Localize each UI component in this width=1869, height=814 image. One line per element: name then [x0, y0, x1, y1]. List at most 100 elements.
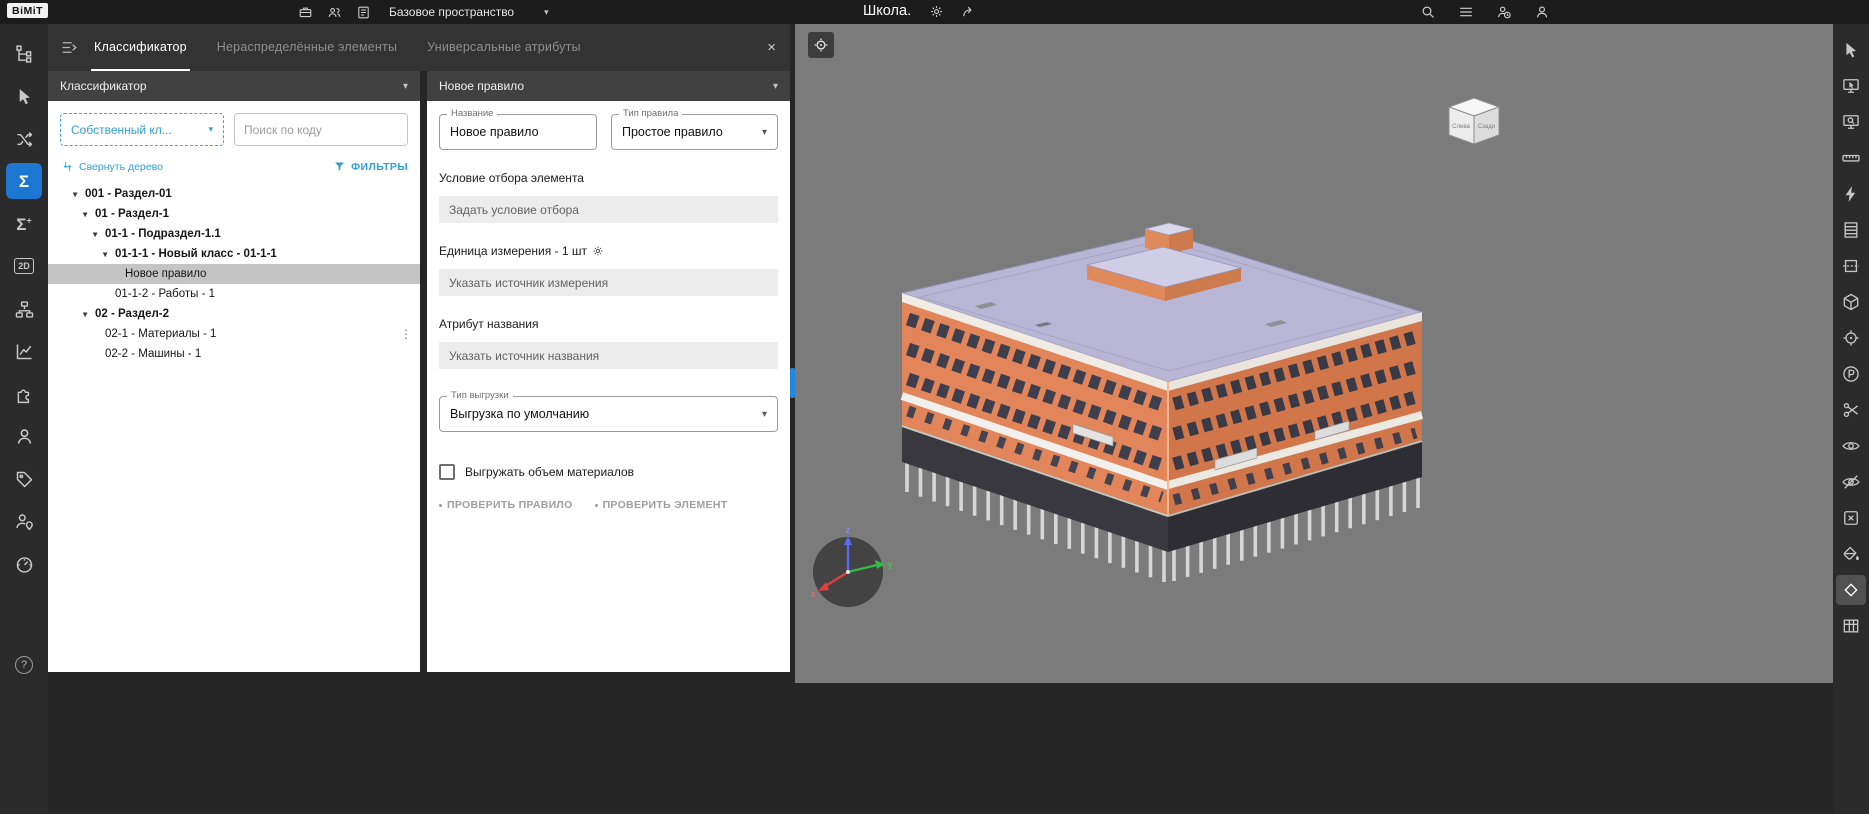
workspace-selector[interactable]: Базовое пространство ▾ — [389, 5, 549, 19]
hide-tool-button[interactable] — [1836, 467, 1866, 497]
cut-tool-button[interactable] — [1836, 395, 1866, 425]
tab-unallocated-elements[interactable]: Нераспределённые элементы — [202, 24, 412, 71]
caret-down-icon[interactable]: ▾ — [83, 309, 95, 320]
row-menu-icon[interactable]: ⋮ — [400, 327, 412, 341]
classifier-panel-header[interactable]: Классификатор ▾ — [48, 71, 420, 101]
sidebar-users-button[interactable] — [6, 418, 42, 454]
show-tool-button[interactable] — [1836, 431, 1866, 461]
view-cube[interactable]: Слева Сзади — [1449, 98, 1499, 144]
axis-gizmo[interactable]: z y x — [811, 525, 893, 607]
name-source-field[interactable]: Указать источник названия — [439, 342, 778, 369]
unit-source-field[interactable]: Указать источник измерения — [439, 269, 778, 296]
account-icon[interactable] — [1534, 4, 1550, 20]
sidebar-user-location-button[interactable] — [6, 503, 42, 539]
rule-type-select[interactable]: Тип правила Простое правило ▾ — [611, 114, 778, 150]
sidebar-2d-button[interactable]: 2D — [6, 248, 42, 284]
tree-item[interactable]: 01-1-2 - Работы - 1 — [48, 284, 420, 304]
user-history-icon[interactable] — [1496, 4, 1512, 20]
sidebar-scheme-button[interactable] — [6, 291, 42, 327]
materials-tool-button[interactable] — [1836, 575, 1866, 605]
share-icon[interactable] — [961, 4, 976, 19]
document-icon[interactable] — [356, 5, 371, 20]
check-element-button[interactable]: ПРОВЕРИТЬ ЭЛЕМЕНТ — [595, 499, 728, 511]
tab-classifier[interactable]: Классификатор — [79, 24, 202, 71]
sidebar-links-button[interactable] — [6, 121, 42, 157]
top-bar: BiMiT Базовое пространство ▾ Школа. — [0, 0, 1869, 24]
code-search-input[interactable] — [244, 123, 398, 137]
rule-name-input[interactable] — [440, 125, 596, 139]
paint-tool-button[interactable] — [1836, 539, 1866, 569]
menu-icon[interactable] — [1458, 4, 1474, 20]
screen-select-tool-button[interactable] — [1836, 71, 1866, 101]
tree-item[interactable]: ▾01-1-1 - Новый класс - 01-1-1 — [48, 244, 420, 264]
focus-selection-button[interactable] — [808, 32, 834, 58]
building-model[interactable] — [902, 223, 1422, 582]
sidebar-structure-button[interactable] — [6, 36, 42, 72]
tree-item[interactable]: ▾001 - Раздел-01 — [48, 184, 420, 204]
storeys-tool-button[interactable] — [1836, 215, 1866, 245]
select-tool-button[interactable] — [1836, 35, 1866, 65]
caret-down-icon[interactable]: ▾ — [93, 229, 105, 240]
section-box-icon — [1841, 256, 1861, 276]
parking-tool-button[interactable] — [1836, 359, 1866, 389]
panel-menu-icon — [60, 38, 79, 57]
section-box-tool-button[interactable] — [1836, 251, 1866, 281]
tree-item[interactable]: 02-2 - Машины - 1 — [48, 344, 420, 364]
filter-funnel-icon — [333, 160, 346, 173]
org-chart-icon — [14, 299, 35, 320]
unit-settings-gear-icon[interactable] — [592, 245, 604, 257]
bullet-icon — [439, 504, 442, 507]
export-materials-checkbox[interactable] — [439, 464, 455, 480]
model-cube-tool-button[interactable] — [1836, 287, 1866, 317]
tree-item[interactable]: 02-1 - Материалы - 1⋮ — [48, 324, 420, 344]
collapse-tree-link[interactable]: Свернуть дерево — [61, 160, 163, 173]
tree-item-selected[interactable]: Новое правило — [48, 264, 420, 284]
briefcase-icon[interactable] — [298, 5, 313, 20]
caret-down-icon[interactable]: ▾ — [73, 189, 85, 200]
chevron-down-icon: ▾ — [403, 81, 408, 92]
caret-down-icon[interactable]: ▾ — [103, 249, 115, 260]
measure-tool-button[interactable] — [1836, 143, 1866, 173]
tree-item[interactable]: ▾01-1 - Подраздел-1.1 — [48, 224, 420, 244]
locate-tool-button[interactable] — [1836, 323, 1866, 353]
target-icon — [1841, 328, 1861, 348]
deselect-tool-button[interactable] — [1836, 503, 1866, 533]
export-type-label: Тип выгрузки — [447, 391, 513, 401]
3d-viewport[interactable]: Слева Сзади z y x — [795, 24, 1833, 683]
export-materials-checkbox-label: Выгружать объем материалов — [465, 465, 634, 479]
workspace-label: Базовое пространство — [389, 5, 514, 19]
screen-zoom-tool-button[interactable] — [1836, 107, 1866, 137]
rule-panel-header[interactable]: Новое правило ▾ — [427, 71, 790, 101]
tree-item[interactable]: ▾01 - Раздел-1 — [48, 204, 420, 224]
puzzle-icon — [14, 384, 35, 405]
app-logo[interactable]: BiMiT — [7, 3, 48, 18]
close-icon[interactable]: × — [767, 40, 776, 55]
check-rule-button[interactable]: ПРОВЕРИТЬ ПРАВИЛО — [439, 499, 573, 511]
sidebar-tags-button[interactable] — [6, 461, 42, 497]
help-button[interactable]: ? — [15, 656, 33, 674]
sidebar-select-button[interactable] — [6, 78, 42, 114]
condition-field[interactable]: Задать условие отбора — [439, 196, 778, 223]
caret-down-icon[interactable]: ▾ — [83, 209, 95, 220]
sidebar-classifier-add-button[interactable]: Σ+ — [6, 206, 42, 242]
rule-panel: Новое правило ▾ Название Тип правила Про… — [427, 71, 790, 672]
tab-universal-attributes[interactable]: Универсальные атрибуты — [412, 24, 596, 71]
panel-tabs-bar: Классификатор Нераспределённые элементы … — [48, 24, 790, 71]
table-tool-button[interactable] — [1836, 611, 1866, 641]
sidebar-plugins-button[interactable] — [6, 376, 42, 412]
tree-item[interactable]: ▾02 - Раздел-2 — [48, 304, 420, 324]
sidebar-classifier-button[interactable]: Σ — [6, 163, 42, 199]
sidebar-dashboard-button[interactable] — [6, 546, 42, 582]
export-type-select[interactable]: Тип выгрузки Выгрузка по умолчанию ▾ — [439, 396, 778, 432]
sidebar-charts-button[interactable] — [6, 333, 42, 369]
classifier-type-select[interactable]: Собственный кл... ▾ — [60, 113, 224, 146]
crossing-arrows-icon — [14, 129, 35, 150]
search-icon[interactable] — [1420, 4, 1436, 20]
scrollbar-thumb[interactable] — [790, 368, 795, 398]
clash-tool-button[interactable] — [1836, 179, 1866, 209]
filters-button[interactable]: ФИЛЬТРЫ — [333, 160, 408, 173]
users-icon[interactable] — [327, 5, 342, 20]
panel-menu-button[interactable] — [60, 38, 79, 57]
settings-gear-icon[interactable] — [929, 4, 944, 19]
classifier-header-title: Классификатор — [60, 79, 147, 93]
